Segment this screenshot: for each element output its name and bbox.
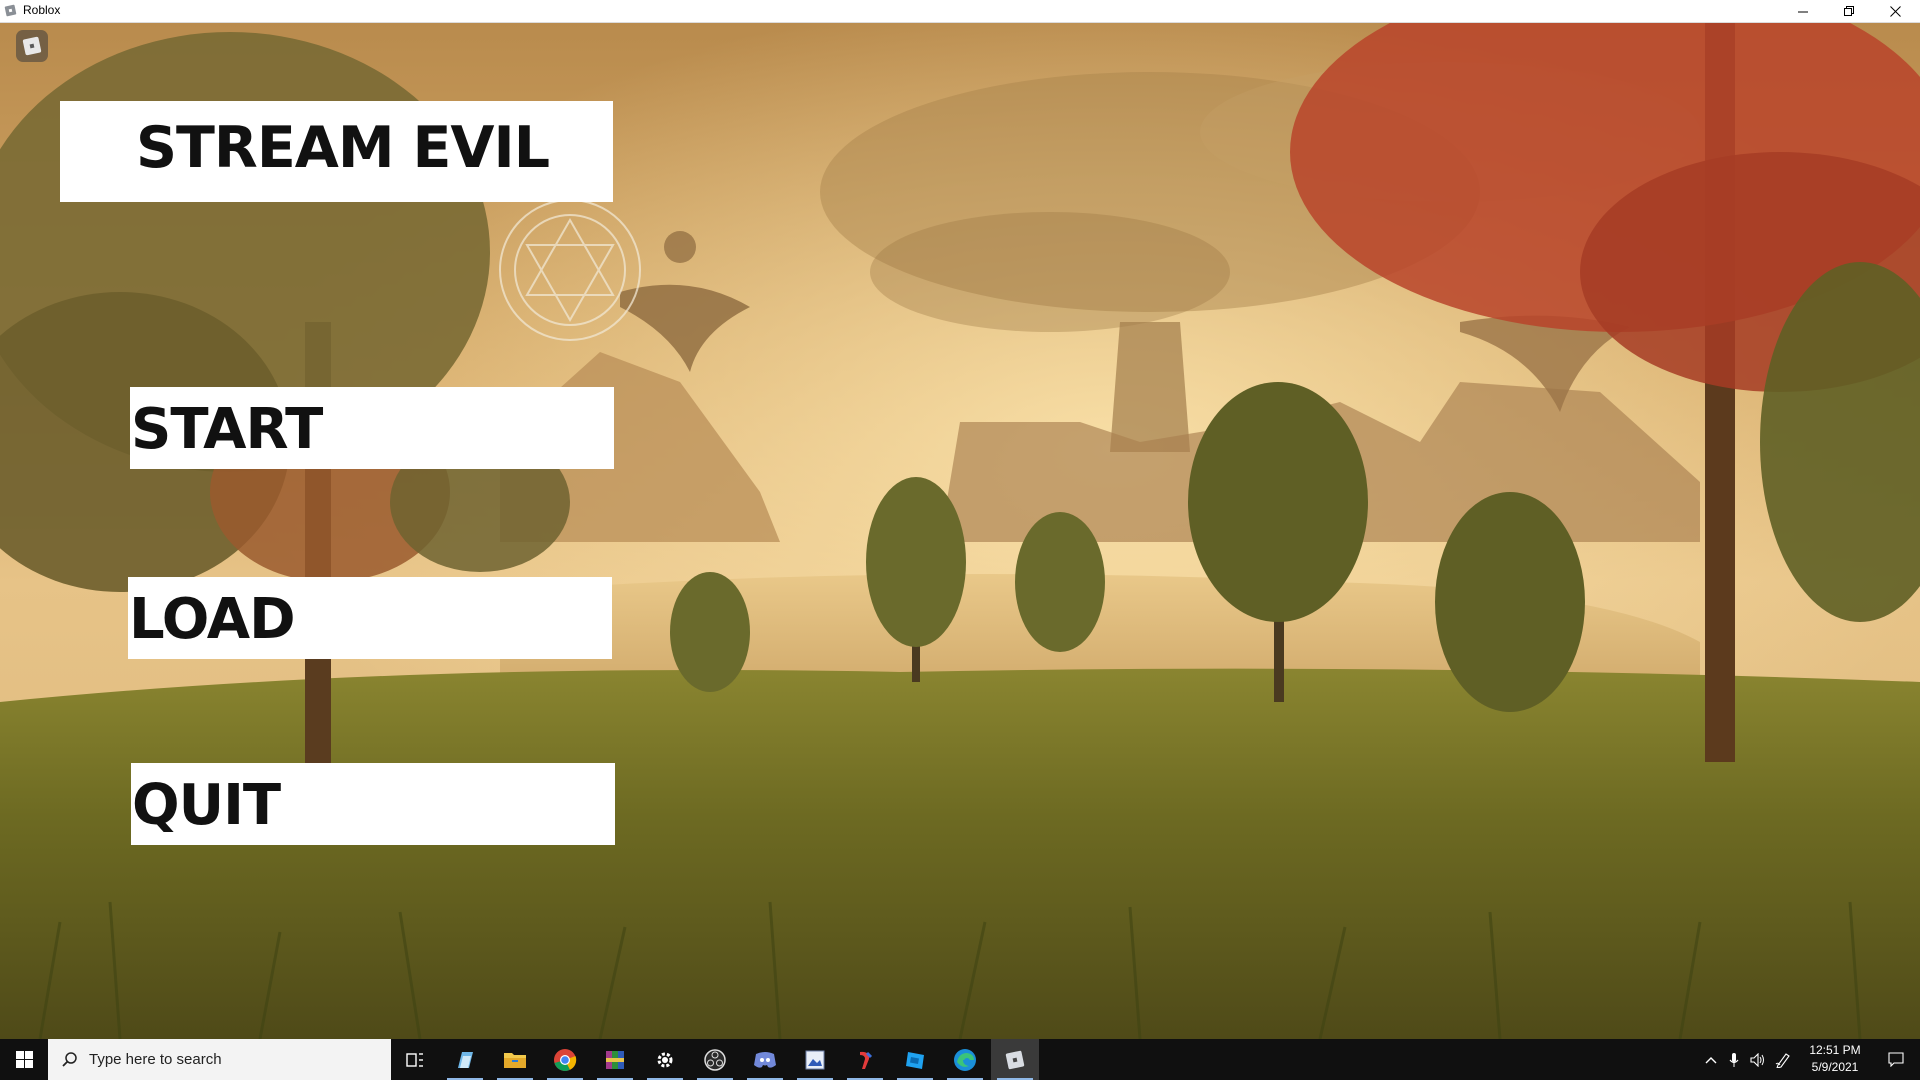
edge-icon [954,1048,976,1071]
taskbar-app-obs[interactable] [691,1039,739,1080]
volume-icon [1750,1052,1764,1067]
image-editor-icon [805,1050,825,1069]
winrar-icon [606,1050,624,1069]
game-viewport[interactable]: STREAM EVIL START LOAD QUIT [0,22,1920,1039]
taskbar: Type here to search 12:51 PM 5/9/2021 [0,1039,1920,1080]
chrome-icon [554,1048,577,1071]
taskbar-app-image-editor[interactable] [791,1039,839,1080]
taskbar-app-file-explorer[interactable] [491,1039,539,1080]
close-button[interactable] [1872,0,1918,22]
close-icon [1889,5,1901,17]
chevron-up-icon [1705,1056,1717,1063]
start-button-label: START [131,397,323,462]
taskbar-app-roblox-studio[interactable] [891,1039,939,1080]
task-view-button[interactable] [391,1039,439,1080]
discord-icon [754,1051,776,1068]
quit-button[interactable]: QUIT [131,763,615,845]
taskbar-search-box[interactable]: Type here to search [48,1039,391,1080]
game-title: STREAM EVIL [136,115,550,181]
clock-date: 5/9/2021 [1811,1060,1859,1074]
taskbar-app-discord[interactable] [741,1039,789,1080]
file-explorer-icon [504,1052,526,1068]
paint-icon [458,1051,473,1068]
window-title-bar: Roblox [0,0,1920,23]
roblox-menu-icon [22,36,42,56]
notification-center-button[interactable] [1876,1039,1916,1080]
game-title-panel: STREAM EVIL [60,101,613,202]
search-icon [62,1052,77,1067]
load-button[interactable]: LOAD [128,577,612,659]
taskbar-app-chrome[interactable] [541,1039,589,1080]
start-menu-button[interactable] [0,1039,48,1080]
load-button-label: LOAD [129,587,296,652]
window-title: Roblox [23,3,61,17]
system-clock[interactable]: 12:51 PM 5/9/2021 [1797,1042,1873,1076]
roblox-menu-button[interactable] [16,30,48,62]
microphone-tray-button[interactable] [1723,1039,1745,1080]
windows-start-icon [15,1051,33,1068]
restore-button[interactable] [1826,0,1872,22]
quit-button-label: QUIT [132,773,281,838]
roblox-studio-icon [906,1051,924,1069]
taskbar-app-winrar[interactable] [591,1039,639,1080]
taskbar-app-edge[interactable] [941,1039,989,1080]
minimize-button[interactable] [1780,0,1826,22]
taskbar-app-paint-tool[interactable] [841,1039,889,1080]
taskbar-app-settings[interactable] [641,1039,689,1080]
roblox-icon [4,4,17,17]
settings-icon [657,1052,673,1067]
paint-tool-icon [860,1051,873,1069]
start-button[interactable]: START [130,387,614,469]
show-hidden-icons-button[interactable] [1700,1039,1722,1080]
taskbar-app-roblox[interactable] [991,1039,1039,1080]
roblox-icon [1005,1050,1025,1069]
pen-tray-button[interactable] [1772,1039,1794,1080]
notification-icon [1888,1052,1904,1067]
pen-icon [1775,1052,1790,1068]
task-view-icon [406,1052,423,1067]
obs-icon [704,1048,726,1071]
volume-tray-button[interactable] [1746,1039,1770,1080]
search-placeholder: Type here to search [89,1051,222,1068]
clock-time: 12:51 PM [1809,1043,1861,1057]
taskbar-app-paint[interactable] [441,1039,489,1080]
microphone-icon [1729,1052,1739,1067]
minimize-icon [1797,11,1808,12]
restore-icon [1843,5,1854,16]
